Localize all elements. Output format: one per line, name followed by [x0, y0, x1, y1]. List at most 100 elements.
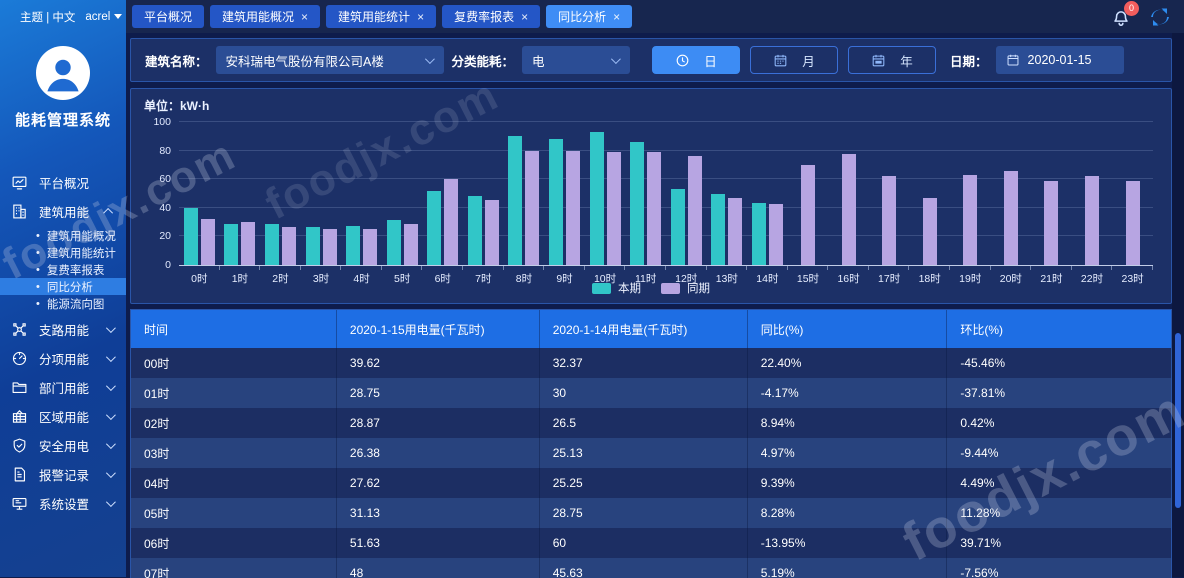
table-cell: 5.19% — [748, 558, 948, 578]
table-cell: 8.28% — [748, 498, 948, 528]
chevron-down-icon — [106, 468, 116, 478]
month-button[interactable]: 月 — [750, 46, 838, 74]
sidebar-subitem[interactable]: •建筑用能概况 — [0, 227, 126, 244]
sidebar-subitem[interactable]: •同比分析 — [0, 278, 126, 295]
bar-同期 — [688, 156, 702, 265]
person-icon — [41, 51, 85, 95]
table-cell: -37.81% — [947, 378, 1171, 408]
table-cell: -4.17% — [748, 378, 948, 408]
sidebar-item[interactable]: 部门用能 — [0, 373, 126, 402]
table-header-cell: 2020-1-15用电量(千瓦时) — [337, 310, 540, 348]
user-menu[interactable]: acrel — [85, 11, 122, 23]
sidebar-item[interactable]: 分项用能 — [0, 344, 126, 373]
y-axis-tick-label: 100 — [139, 116, 171, 128]
bar-本期 — [387, 220, 401, 265]
bar-同期 — [241, 222, 255, 265]
table-cell: 28.75 — [337, 378, 540, 408]
date-picker[interactable]: 2020-01-15 — [996, 46, 1124, 74]
bar-group: 14时 — [747, 122, 788, 265]
bar-本期 — [671, 189, 685, 265]
bar-group: 12时 — [666, 122, 707, 265]
tab-close-icon[interactable]: × — [613, 11, 620, 23]
scrollbar-thumb[interactable] — [1175, 333, 1181, 508]
month-button-label: 月 — [802, 51, 815, 70]
tab-item[interactable]: 平台概况 — [132, 5, 204, 28]
tab-label: 同比分析 — [558, 8, 606, 25]
chevron-down-icon — [424, 54, 434, 64]
tab-close-icon[interactable]: × — [301, 11, 308, 23]
table-cell: 00时 — [131, 348, 337, 378]
sidebar-item[interactable]: 报警记录 — [0, 460, 126, 489]
tab-close-icon[interactable]: × — [521, 11, 528, 23]
bar-本期 — [265, 224, 279, 265]
sidebar-item-label: 安全用电 — [39, 436, 89, 455]
tab-item[interactable]: 建筑用能统计× — [326, 5, 436, 28]
folder-icon — [11, 379, 28, 396]
table-cell: 30 — [540, 378, 748, 408]
sidebar-item[interactable]: 建筑用能 — [0, 197, 126, 226]
bar-同期 — [801, 165, 815, 265]
chart-unit-label: 单位：kW·h — [144, 97, 209, 114]
bar-本期 — [468, 196, 482, 265]
sidebar-item-label: 区域用能 — [39, 407, 89, 426]
bar-group: 2时 — [260, 122, 301, 265]
sidebar-item-label: 支路用能 — [39, 320, 89, 339]
bar-group: 23时 — [1112, 122, 1153, 265]
calendar-icon — [773, 53, 788, 68]
table-row: 07时4845.635.19%-7.56% — [131, 558, 1171, 578]
legend-item[interactable]: 本期 — [592, 280, 641, 296]
building-select[interactable]: 安科瑞电气股份有限公司A楼 — [216, 46, 444, 74]
legend-swatch — [592, 283, 611, 294]
bar-group: 9时 — [544, 122, 585, 265]
notification-bell-icon[interactable]: 0 — [1110, 6, 1132, 28]
theme-language-switcher[interactable]: 主题 | 中文 — [20, 9, 75, 25]
bar-同期 — [963, 175, 977, 265]
sidebar-subitem[interactable]: •能源流向图 — [0, 295, 126, 312]
bar-group: 8时 — [504, 122, 545, 265]
bar-同期 — [607, 152, 621, 265]
chevron-down-icon — [106, 439, 116, 449]
sidebar-subitem[interactable]: •建筑用能统计 — [0, 244, 126, 261]
bar-同期 — [1044, 181, 1058, 265]
sidebar-item[interactable]: 系统设置 — [0, 489, 126, 518]
bar-group: 4时 — [341, 122, 382, 265]
sidebar-subitem[interactable]: •复费率报表 — [0, 261, 126, 278]
bar-同期 — [842, 154, 856, 265]
tab-close-icon[interactable]: × — [417, 11, 424, 23]
legend-item[interactable]: 同期 — [661, 280, 710, 296]
bar-同期 — [363, 229, 377, 265]
sidebar-item[interactable]: 平台概况 — [0, 168, 126, 197]
table-cell: 9.39% — [748, 468, 948, 498]
sidebar-item[interactable]: 支路用能 — [0, 315, 126, 344]
day-button[interactable]: 日 — [652, 46, 740, 74]
table-row: 00时39.6232.3722.40%-45.46% — [131, 348, 1171, 378]
bar-group: 19时 — [950, 122, 991, 265]
sidebar-subitem-label: 建筑用能概况 — [47, 228, 116, 244]
bar-同期 — [647, 152, 661, 265]
tab-active[interactable]: 同比分析 × — [546, 5, 632, 28]
year-button[interactable]: 年 — [848, 46, 936, 74]
chevron-down-icon — [106, 323, 116, 333]
bar-本期 — [590, 132, 604, 265]
bar-group: 7时 — [463, 122, 504, 265]
energy-category-label: 分类能耗： — [452, 51, 515, 70]
calendar-year-icon — [871, 53, 886, 68]
bar-同期 — [282, 227, 296, 265]
bar-group: 18时 — [909, 122, 950, 265]
bar-同期 — [769, 204, 783, 265]
table-row: 05时31.1328.758.28%11.28% — [131, 498, 1171, 528]
sidebar-item[interactable]: 安全用电 — [0, 431, 126, 460]
bar-本期 — [752, 203, 766, 265]
energy-category-select[interactable]: 电 — [522, 46, 630, 74]
chevron-down-icon — [106, 497, 116, 507]
y-axis-tick-label: 20 — [139, 230, 171, 242]
bar-本期 — [306, 227, 320, 265]
tab-item[interactable]: 建筑用能概况× — [210, 5, 320, 28]
table-header-cell: 时间 — [131, 310, 337, 348]
refresh-icon[interactable] — [1148, 5, 1172, 29]
building-name-label: 建筑名称： — [145, 51, 208, 70]
tab-item[interactable]: 复费率报表× — [442, 5, 540, 28]
bar-本期 — [224, 224, 238, 265]
sidebar-item[interactable]: 区域用能 — [0, 402, 126, 431]
date-label: 日期： — [950, 51, 988, 70]
